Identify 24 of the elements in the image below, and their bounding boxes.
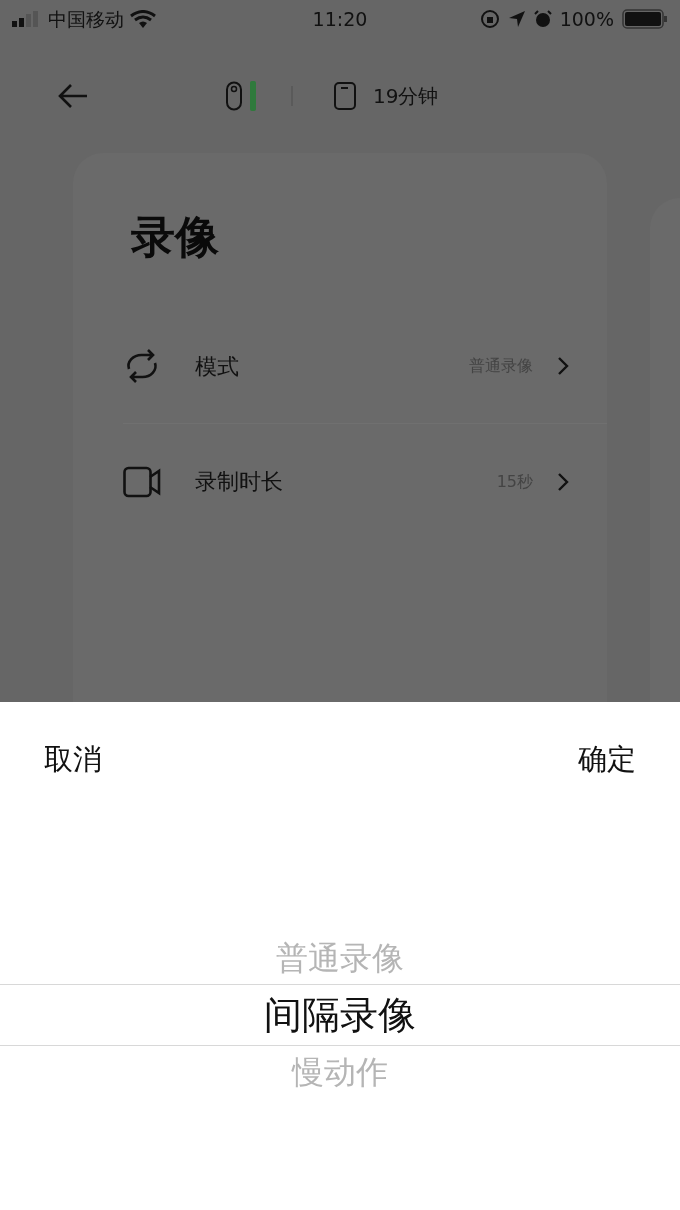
setting-label: 模式 [195,352,240,381]
chevron-right-icon [557,471,569,492]
confirm-button[interactable]: 确定 [578,738,636,782]
chevron-right-icon [557,356,569,376]
location-icon [507,10,526,28]
battery-percent: 100% [559,6,614,32]
clock-time: 11:20 [311,6,369,32]
video-camera-icon [123,465,161,498]
camera-icon [225,80,243,111]
picker-option[interactable]: 间隔录像 [0,984,680,1046]
back-arrow-icon [57,82,89,109]
carrier-name: 中国移动 [48,6,124,32]
alarm-icon [533,10,552,28]
card-title: 录像 [131,215,220,259]
picker-option[interactable]: 普通录像 [276,932,404,984]
picker-option[interactable]: 慢动作 [292,1046,388,1098]
sd-card-icon [333,80,357,111]
battery-icon [622,9,668,29]
wifi-icon [130,9,156,29]
cancel-button[interactable]: 取消 [44,738,102,782]
storage-time: 19分钟 [373,82,439,110]
setting-label: 录制时长 [195,468,284,496]
battery-level-icon [249,80,257,111]
rotation-lock-icon [479,9,500,29]
